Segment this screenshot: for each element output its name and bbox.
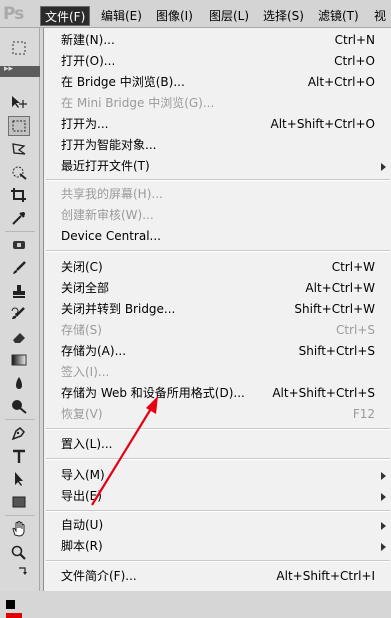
tool-preset-icon[interactable] [8,38,30,58]
marquee-tool-icon[interactable] [8,116,30,136]
dodge-tool-icon[interactable] [8,396,30,416]
menu-item-share-screen: 共享我的屏幕(H)... [61,187,163,201]
menu-item-import[interactable]: 导入(M) [44,465,391,486]
menu-item-new[interactable]: 新建(N)... Ctrl+N [44,30,391,51]
gradient-tool-icon[interactable] [8,350,30,370]
menu-item-save-for-web[interactable]: 存储为 Web 和设备所用格式(D)... Alt+Shift+Ctrl+S [44,383,391,404]
menu-item-save-as[interactable]: 存储为(A)... Shift+Ctrl+S [44,341,391,362]
menu-item-automate[interactable]: 自动(U) [44,515,391,536]
background-color-swatch[interactable] [6,613,22,618]
menu-item-file-info[interactable]: 文件简介(F)... Alt+Shift+Ctrl+I [44,566,391,587]
submenu-arrow-icon [381,493,386,501]
menu-item-device-central[interactable]: Device Central... [44,226,391,247]
foreground-color-swatch[interactable] [6,600,15,609]
menu-item-place[interactable]: 置入(L)... [44,434,391,455]
menu-item-check-in: 签入(I)... [61,365,110,379]
menu-bar: Ps 文件(F) 编辑(E) 图像(I) 图层(L) 选择(S) 滤镜(T) 视 [0,0,391,28]
eyedropper-tool-icon[interactable] [8,208,30,228]
quick-select-tool-icon[interactable] [8,162,30,182]
pen-tool-icon[interactable] [8,423,30,443]
menu-separator [46,510,390,512]
menu-item-browse-mini-bridge: 在 Mini Bridge 中浏览(G)... [61,96,215,110]
menu-item-browse-bridge[interactable]: 在 Bridge 中浏览(B)... Alt+Ctrl+O [44,72,391,93]
submenu-arrow-icon [381,543,386,551]
menu-item-open[interactable]: 打开(O)... Ctrl+O [44,51,391,72]
eraser-tool-icon[interactable] [8,327,30,347]
brush-tool-icon[interactable] [8,258,30,278]
menu-image[interactable]: 图像(I) [152,6,197,26]
clone-stamp-tool-icon[interactable] [8,281,30,301]
tools-panel: ▸▸ [0,28,40,618]
menu-item-recent-files[interactable]: 最近打开文件(T) [44,156,391,177]
menu-separator [46,428,390,430]
submenu-arrow-icon [381,163,386,171]
menu-item-export[interactable]: 导出(E) [44,486,391,507]
history-brush-tool-icon[interactable] [8,304,30,324]
swap-colors-icon[interactable] [16,564,30,578]
menu-item-open-as-smart-object[interactable]: 打开为智能对象... [44,135,391,156]
menu-separator [46,179,390,181]
rectangle-tool-icon[interactable] [8,492,30,512]
menu-item-scripts[interactable]: 脚本(R) [44,536,391,557]
menu-item-close[interactable]: 关闭(C) Ctrl+W [44,257,391,278]
spot-healing-tool-icon[interactable] [8,235,30,255]
menu-item-close-all[interactable]: 关闭全部 Alt+Ctrl+W [44,278,391,299]
menu-filter[interactable]: 滤镜(T) [314,6,363,26]
menu-item-save: 存储(S) Ctrl+S [61,323,375,337]
path-selection-tool-icon[interactable] [8,469,30,489]
submenu-arrow-icon [381,522,386,530]
submenu-arrow-icon [381,472,386,480]
photoshop-logo: Ps [3,4,24,24]
menu-layer[interactable]: 图层(L) [205,6,253,26]
zoom-tool-icon[interactable] [8,542,30,562]
menu-select[interactable]: 选择(S) [259,6,308,26]
toolbar-header[interactable]: ▸▸ [0,64,40,77]
menu-item-open-as[interactable]: 打开为... Alt+Shift+Ctrl+O [44,114,391,135]
menu-item-revert: 恢复(V) F12 [61,407,375,421]
move-tool-icon[interactable] [8,92,30,112]
menu-separator [46,458,390,460]
menu-item-close-and-go-to-bridge[interactable]: 关闭并转到 Bridge... Shift+Ctrl+W [44,299,391,320]
crop-tool-icon[interactable] [8,185,30,205]
menu-item-new-review: 创建新审核(W)... [61,208,154,222]
menu-separator [46,250,390,252]
menu-file[interactable]: 文件(F) [40,6,91,26]
menu-edit[interactable]: 编辑(E) [97,6,146,26]
file-menu-dropdown: 新建(N)... Ctrl+N 打开(O)... Ctrl+O 在 Bridge 中… [43,28,391,591]
type-tool-icon[interactable] [8,446,30,466]
hand-tool-icon[interactable] [8,519,30,539]
lasso-tool-icon[interactable] [8,139,30,159]
blur-tool-icon[interactable] [8,373,30,393]
menu-view[interactable]: 视 [370,6,390,26]
menu-separator [46,560,390,562]
